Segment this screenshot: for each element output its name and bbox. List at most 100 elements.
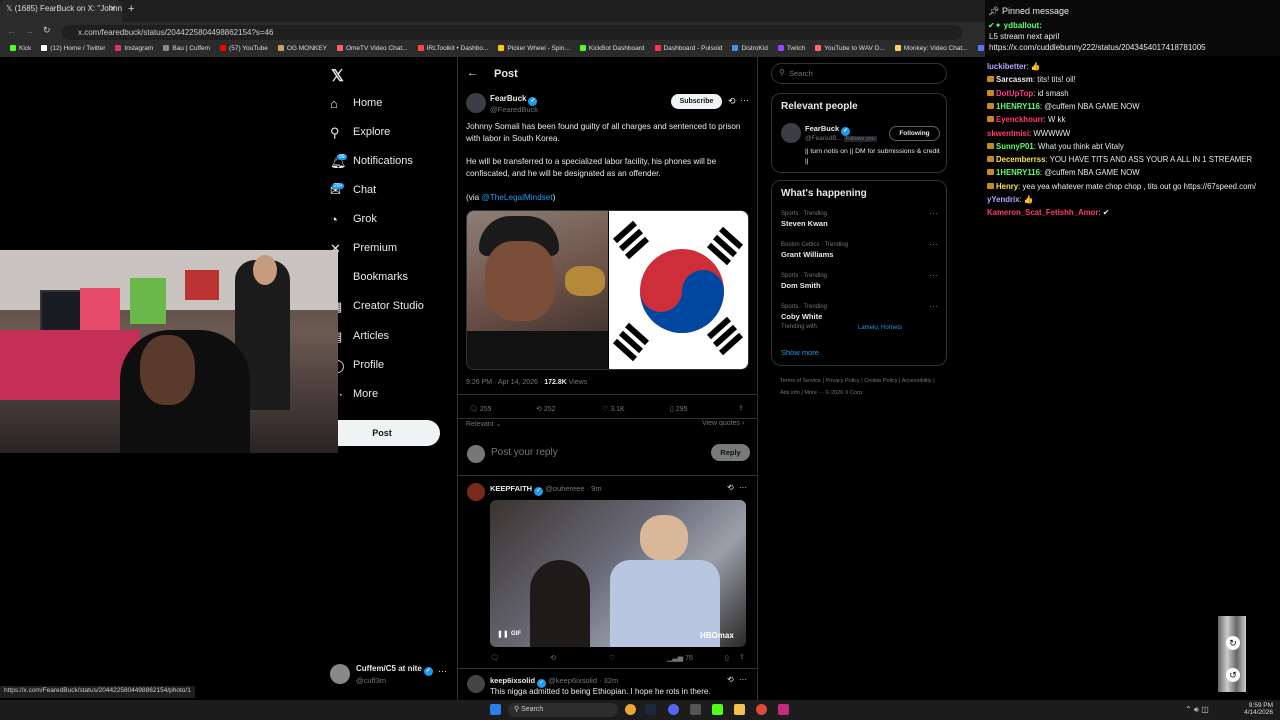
forward-icon[interactable]: → [25,26,34,36]
trend-links-text[interactable]: Lamelo, Hornets [858,325,902,331]
bookmark-item[interactable]: Monkey: Video Chat... [894,45,968,52]
relevant-dropdown[interactable]: Relevant ⌄ [466,420,501,428]
more-options-icon[interactable]: ··· [740,95,749,105]
footer-link[interactable]: Accessibility [902,378,932,384]
like-action[interactable]: ♡ 3.1K [602,405,625,413]
chat-username[interactable]: DotUpTop [996,89,1033,98]
grok-icon[interactable]: ⟲ [728,96,736,107]
close-tab-icon[interactable]: ✕ [109,4,116,13]
author-handle[interactable]: @FearedBuck [490,105,538,114]
reply-gif[interactable]: ❚❚ GIF HBOmax [490,500,746,647]
chat-username[interactable]: Kameron_Scat_Fetishh_Amor [987,208,1098,217]
chat-username[interactable]: Eyenckhourr [996,115,1044,124]
obs-icon[interactable] [690,704,701,715]
windows-start-icon[interactable] [490,704,501,715]
tray-icons[interactable]: ⌃ 🔊︎ ◫ [1185,705,1209,715]
person-avatar[interactable] [781,123,801,143]
chat-username[interactable]: 1HENRY116 [996,102,1040,111]
following-button[interactable]: Following [889,126,940,141]
chrome-icon[interactable] [625,704,636,715]
browser-tab[interactable]: 𝕏 (1685) FearBuck on X: "Johnny ✕ [0,0,122,22]
chat-username[interactable]: skwentmisi [987,129,1029,138]
back-arrow-icon[interactable]: ← [467,67,478,79]
clock[interactable]: 9:59 PM 4/14/2026 [1243,702,1273,716]
trend-more-icon[interactable]: ··· [929,208,938,218]
trend-item[interactable]: Sports · Trending Coby White Trending with [781,304,827,330]
search-input[interactable]: ⚲ Search [771,63,947,84]
bookmark-item[interactable]: Picker Wheel - Spin... [498,45,570,52]
bookmark-icon[interactable]: ▯ [725,654,729,662]
footer-link[interactable]: Cookie Policy [864,378,897,384]
trend-item[interactable]: Sports · Trending Dom Smith [781,273,827,290]
subscribe-button[interactable]: Subscribe [671,94,722,109]
chat-username[interactable]: luckibetter [987,62,1026,71]
reply-author-avatar[interactable] [467,675,485,693]
bookmark-item[interactable]: Bau | Cuffem [163,45,210,52]
folder-icon[interactable] [734,704,745,715]
account-avatar[interactable] [330,664,350,684]
steam-icon[interactable] [645,704,656,715]
bookmark-item[interactable]: OG MONKEY [277,45,327,52]
bookmark-item[interactable]: (57) YouTube [220,45,268,52]
share-icon[interactable]: ⇪ [739,653,745,661]
bookmark-item[interactable]: Kick [10,45,31,52]
bookmark-item[interactable]: (12) Home / Twitter [41,45,105,52]
discord-icon[interactable] [668,704,679,715]
post-media[interactable] [466,210,749,370]
reply-button[interactable]: Reply [711,444,750,461]
pinned-link[interactable]: https://x.com/cuddlebunny222/status/2043… [989,43,1206,52]
more-options-icon[interactable]: ··· [739,675,747,684]
account-more-icon[interactable]: ··· [438,666,447,676]
repost-icon[interactable]: ⟲ [550,654,556,662]
reload-icon[interactable]: ↻ [43,25,51,36]
bookmark-item[interactable]: Instagram [115,45,153,52]
new-tab-button[interactable]: + [128,3,134,15]
author-avatar[interactable] [466,93,486,113]
via-handle-link[interactable]: @TheLegalMindset [481,193,552,202]
reply-author[interactable]: KEEPFAITH ✓ @ouhereee · 9m [490,484,602,496]
bookmark-item[interactable]: YouTube to WAV D... [815,45,885,52]
views-action[interactable]: ▁▃▅ 76 [667,654,693,662]
chrome-active-icon[interactable] [756,704,767,715]
more-options-icon[interactable]: ··· [739,483,747,492]
trend-item[interactable]: Sports · Trending Steven Kwan [781,211,828,228]
repost-action[interactable]: ⟲ 252 [536,405,556,413]
footer-link[interactable]: Ads info [780,390,800,396]
footer-link[interactable]: More ··· [804,390,824,396]
grok-icon[interactable]: ⟲ [727,483,734,492]
reply-author-avatar[interactable] [467,483,485,501]
bookmark-item[interactable]: OmeTV Video Chat... [336,45,408,52]
url-input[interactable]: x.com/fearedbuck/status/2044225804498862… [62,25,962,40]
chat-username[interactable]: SunnyP01 [996,142,1034,151]
like-icon[interactable]: ♡ [609,654,615,662]
photo-korea-flag[interactable] [609,211,748,369]
chat-username[interactable]: Henry [996,182,1018,191]
chat-username[interactable]: Sarcassm [996,75,1033,84]
chat-username[interactable]: 1HENRY116 [996,168,1040,177]
pause-icon[interactable]: ❚❚ [497,630,509,638]
bookmark-item[interactable]: DistroKid [732,45,768,52]
share-icon[interactable]: ⇪ [738,404,744,412]
reply-icon[interactable]: 🗨︎ [490,654,499,662]
footer-link[interactable]: Terms of Service [780,378,821,384]
grok-icon[interactable]: ⟲ [727,675,734,684]
back-icon[interactable]: ← [7,26,16,36]
show-more-link[interactable]: Show more [781,348,819,357]
footer-link[interactable]: Privacy Policy [825,378,859,384]
view-quotes-link[interactable]: View quotes › [702,420,744,427]
trend-more-icon[interactable]: ··· [929,301,938,311]
bookmark-item[interactable]: IRLToolkit • Dashbo... [417,45,488,52]
trend-more-icon[interactable]: ··· [929,239,938,249]
post-button[interactable]: Post [324,420,440,446]
taskbar-search[interactable]: ⚲ Search [508,703,618,717]
reply-action[interactable]: 🗨︎ 255 [469,405,492,413]
bookmark-item[interactable]: Dashboard - Pulsoid [654,45,722,52]
photo-johnny[interactable] [467,211,608,369]
app-icon[interactable] [778,704,789,715]
trend-more-icon[interactable]: ··· [929,270,938,280]
bookmark-item[interactable]: Twitch [777,45,805,52]
trend-item[interactable]: Boston Celtics · Trending Grant Williams [781,242,848,259]
bookmark-action[interactable]: ▯ 295 [670,405,687,413]
bookmark-item[interactable]: Home - Rob [977,45,985,52]
bookmark-item[interactable]: KickBot Dashboard [579,45,645,52]
